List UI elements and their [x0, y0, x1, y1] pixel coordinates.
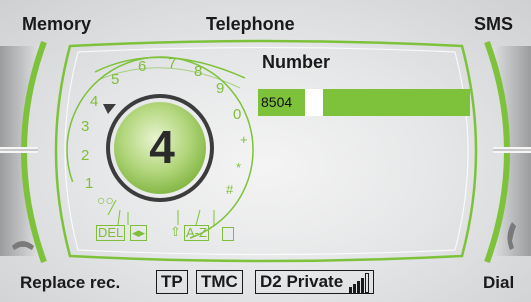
tp-indicator: TP	[156, 270, 188, 294]
dial-digit-1[interactable]: 1	[85, 175, 93, 192]
text-cursor	[305, 89, 323, 116]
dial-digit-8[interactable]: 8	[194, 63, 202, 80]
memory-softkey[interactable]: Memory	[22, 14, 91, 35]
dial-digit-2[interactable]: 2	[81, 147, 89, 164]
top-bar: Memory Telephone SMS	[0, 0, 531, 44]
dial-digit-9[interactable]: 9	[216, 80, 224, 97]
dial-hash[interactable]: #	[226, 182, 233, 197]
cursor-move-option[interactable]: ◂▸	[130, 225, 148, 241]
dial-softkey[interactable]: Dial	[483, 272, 514, 294]
phone-screen: Memory Telephone SMS Number 8504 1 2 3 4…	[0, 0, 531, 302]
number-input[interactable]: 8504	[258, 89, 470, 116]
dial-digit-7[interactable]: 7	[168, 55, 176, 72]
dial-digit-6[interactable]: 6	[138, 58, 146, 75]
number-value: 8504	[261, 94, 293, 110]
sms-softkey[interactable]: SMS	[474, 14, 513, 35]
replace-record-softkey[interactable]: Replace rec.	[20, 272, 120, 294]
signal-strength-icon	[348, 272, 369, 293]
background-graphics	[0, 39, 531, 264]
alphabet-option[interactable]: A-Z	[184, 225, 209, 241]
space-option[interactable]	[222, 227, 234, 241]
dial-plus[interactable]: +	[240, 132, 248, 147]
voicemail-icon[interactable]: ○○	[97, 192, 114, 208]
number-label: Number	[262, 52, 331, 72]
dial-star[interactable]: *	[236, 160, 241, 175]
dial-pointer	[103, 104, 116, 114]
network-name: D2 Private	[260, 272, 344, 291]
dial-digit-0[interactable]: 0	[233, 106, 241, 123]
selected-digit: 4	[149, 121, 175, 173]
network-indicator: D2 Private	[255, 270, 374, 294]
shift-arrow-icon[interactable]: ⇧	[170, 225, 181, 239]
dial-digit-3[interactable]: 3	[81, 118, 89, 135]
dial-digit-4[interactable]: 4	[90, 93, 98, 110]
tmc-indicator: TMC	[196, 270, 243, 294]
telephone-title: Telephone	[206, 14, 295, 34]
delete-option[interactable]: DEL	[96, 225, 126, 241]
bottom-bar: Replace rec. TP TMC D2 Private Dial	[0, 266, 531, 302]
dial-digit-5[interactable]: 5	[111, 71, 119, 88]
